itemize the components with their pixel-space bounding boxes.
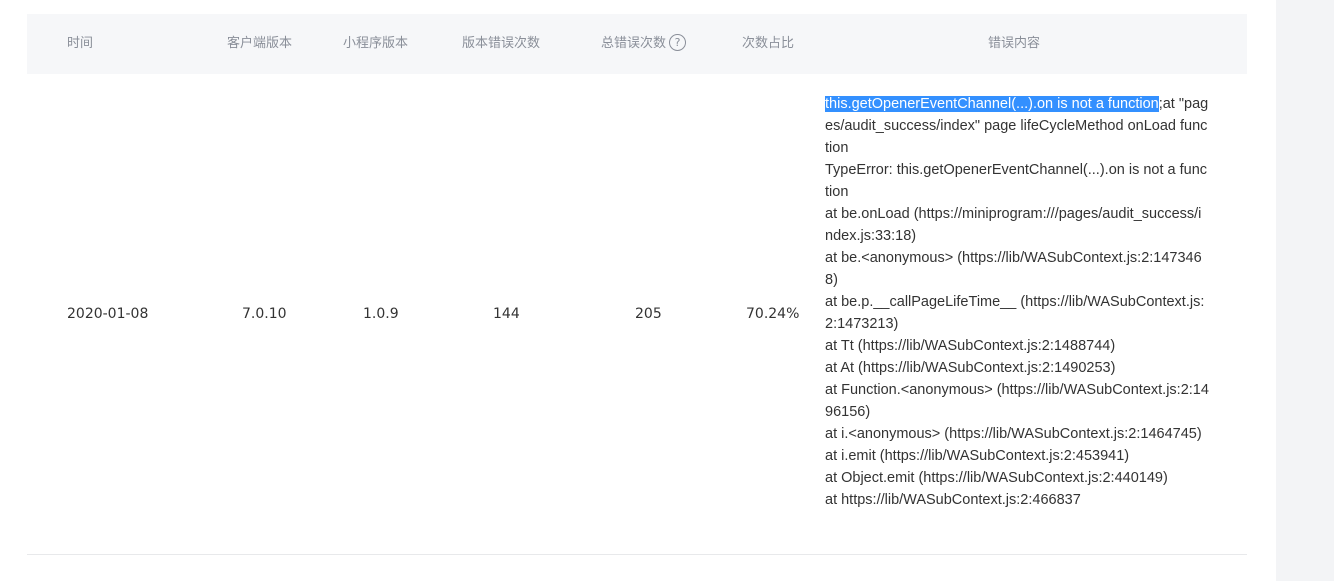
header-total-error-count: 总错误次数? — [601, 14, 687, 74]
error-line: at i.emit (https://lib/WASubContext.js:2… — [825, 448, 1130, 464]
header-total-error-count-label: 总错误次数 — [601, 36, 667, 51]
header-ratio: 次数占比 — [742, 36, 795, 51]
header-mini-version: 小程序版本 — [343, 36, 409, 51]
header-error-content: 错误内容 — [988, 36, 1041, 51]
cell-error-content[interactable]: this.getOpenerEventChannel(...).on is no… — [825, 93, 1209, 511]
right-gutter — [1276, 0, 1334, 581]
table-header: 时间 客户端版本 小程序版本 版本错误次数 总错误次数? 次数占比 错误内容 — [27, 14, 1247, 74]
cell-ratio: 70.24% — [746, 306, 800, 322]
help-icon[interactable]: ? — [669, 34, 687, 51]
error-line: at i.<anonymous> (https://lib/WASubConte… — [825, 426, 1202, 442]
error-line: at be.onLoad (https://miniprogram:///pag… — [825, 206, 1202, 244]
error-line: at Tt (https://lib/WASubContext.js:2:148… — [825, 338, 1116, 354]
cell-time: 2020-01-08 — [67, 306, 149, 322]
error-table: 时间 客户端版本 小程序版本 版本错误次数 总错误次数? 次数占比 错误内容 2… — [27, 14, 1247, 555]
error-line: at be.<anonymous> (https://lib/WASubCont… — [825, 250, 1202, 288]
cell-mini-version: 1.0.9 — [363, 306, 399, 322]
error-first-line: this.getOpenerEventChannel(...).on is no… — [825, 93, 1209, 159]
cell-version-error-count: 144 — [493, 306, 520, 322]
header-time: 时间 — [67, 36, 94, 51]
table-row: 2020-01-08 7.0.10 1.0.9 144 205 70.24% t… — [27, 74, 1247, 555]
error-line: at Object.emit (https://lib/WASubContext… — [825, 470, 1168, 486]
cell-client-version: 7.0.10 — [242, 306, 287, 322]
table-body: 2020-01-08 7.0.10 1.0.9 144 205 70.24% t… — [27, 74, 1247, 555]
error-line: at be.p.__callPageLifeTime__ (https://li… — [825, 294, 1205, 332]
error-line: TypeError: this.getOpenerEventChannel(..… — [825, 162, 1208, 200]
error-line: at At (https://lib/WASubContext.js:2:149… — [825, 360, 1116, 376]
error-line: at https://lib/WASubContext.js:2:466837 — [825, 492, 1081, 508]
header-version-error-count: 版本错误次数 — [462, 36, 541, 51]
error-line: at Function.<anonymous> (https://lib/WAS… — [825, 382, 1209, 420]
cell-total-error-count: 205 — [635, 306, 662, 322]
selected-text: this.getOpenerEventChannel(...).on is no… — [825, 96, 1159, 112]
header-client-version: 客户端版本 — [227, 36, 293, 51]
